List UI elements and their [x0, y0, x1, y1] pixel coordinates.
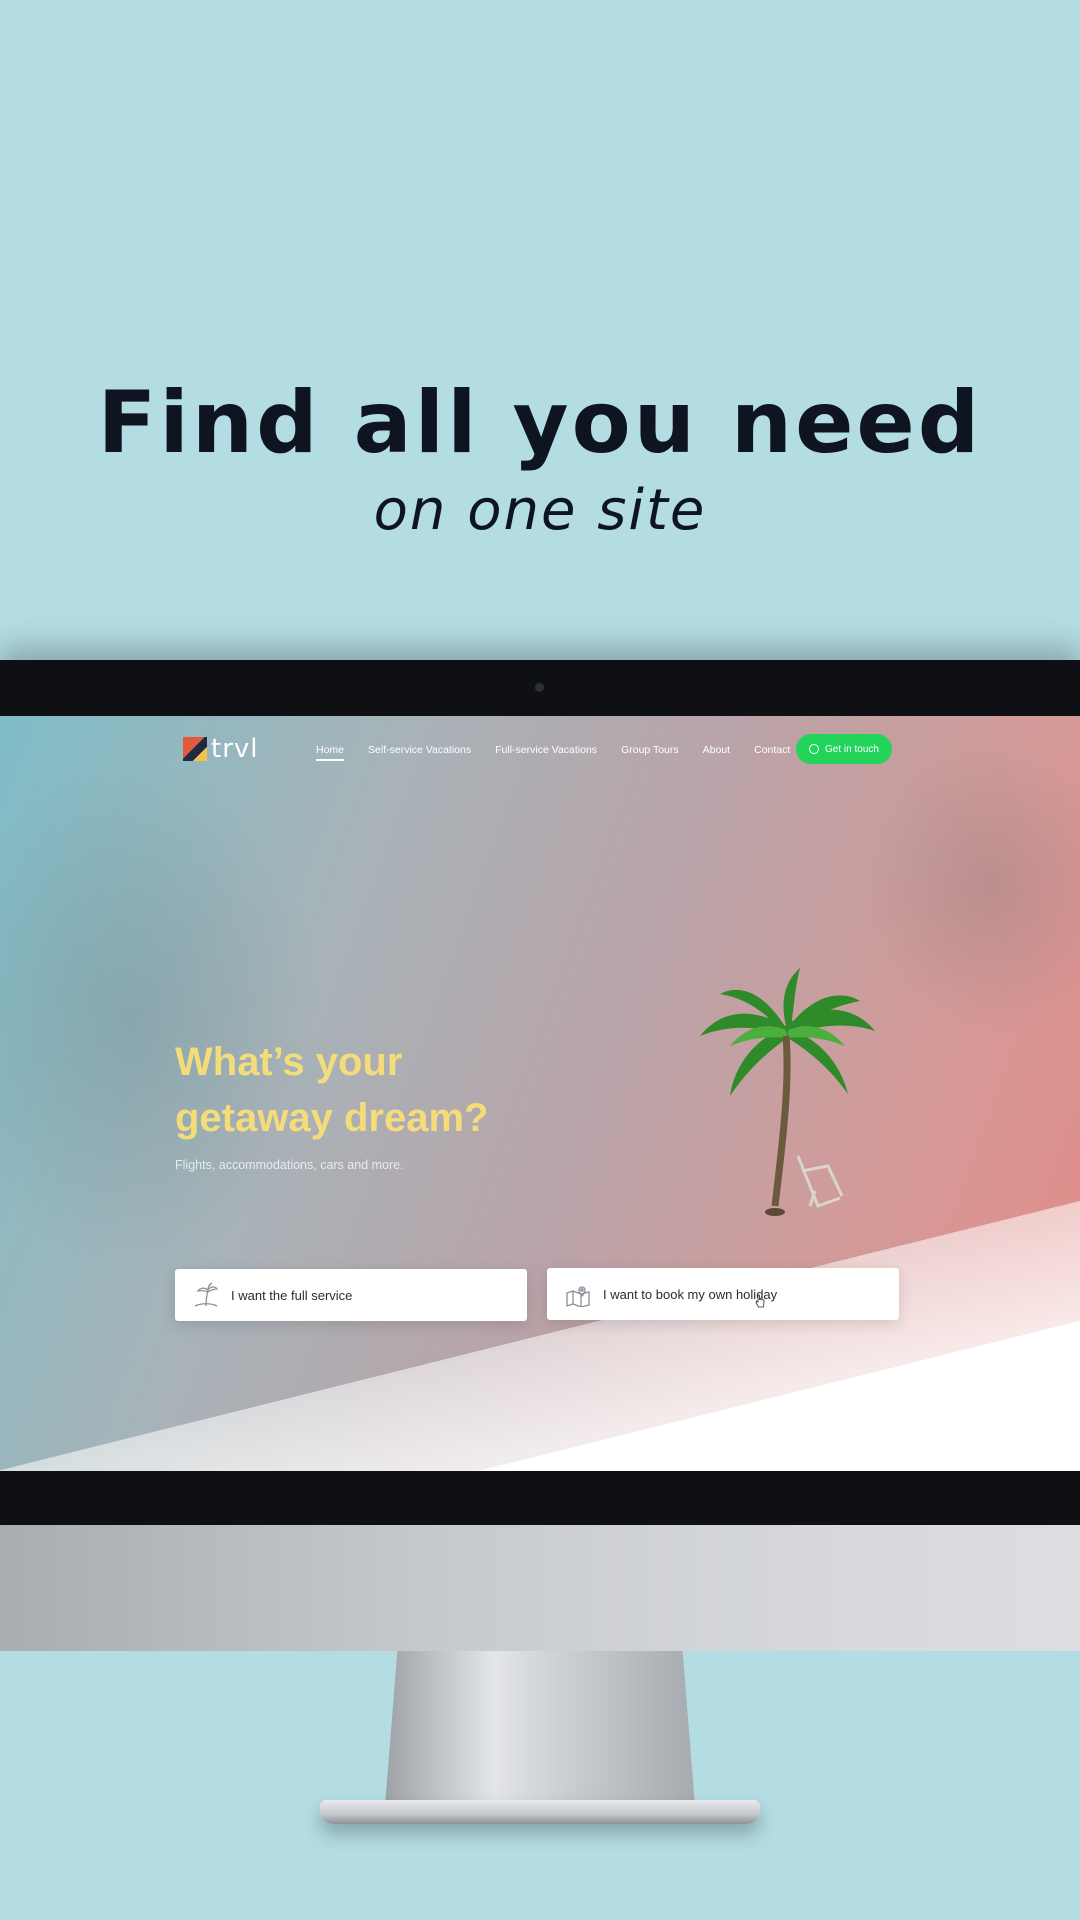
palm-tree-illustration: [690, 966, 890, 1236]
full-service-label: I want the full service: [231, 1287, 353, 1303]
headline-title: Find all you need: [97, 373, 983, 473]
hero-subtitle: Flights, accommodations, cars and more.: [175, 1158, 404, 1172]
nav-links: Home Self-service Vacations Full-service…: [316, 744, 790, 761]
monitor-stand-neck: [385, 1651, 695, 1806]
get-in-touch-label: Get in touch: [825, 743, 879, 755]
full-service-button[interactable]: I want the full service: [175, 1269, 527, 1321]
monitor-stand-base: [320, 1800, 760, 1824]
logo[interactable]: trvl: [183, 734, 259, 764]
logo-text: trvl: [211, 734, 259, 764]
palm-shadow-left: [0, 756, 320, 1276]
hero-title-line2: getaway dream?: [175, 1096, 489, 1140]
nav-link-full-service[interactable]: Full-service Vacations: [495, 744, 597, 756]
monitor-chin: [0, 1525, 1080, 1651]
camera-icon: [535, 683, 544, 692]
book-own-holiday-label: I want to book my own holiday: [603, 1286, 778, 1302]
monitor-bottom-bezel: [0, 1471, 1080, 1525]
monitor-screen: trvl Home Self-service Vacations Full-se…: [0, 716, 1080, 1471]
hero-title-line1: What’s your: [175, 1040, 403, 1084]
nav-link-group-tours[interactable]: Group Tours: [621, 744, 679, 756]
hand-cursor-icon: [755, 1294, 765, 1308]
monitor-top-bezel: [0, 660, 1080, 716]
whatsapp-icon: [809, 744, 820, 754]
headline: Find all you need on one site: [0, 380, 1080, 542]
book-own-holiday-button[interactable]: I want to book my own holiday: [547, 1268, 899, 1320]
nav-link-self-service[interactable]: Self-service Vacations: [368, 744, 471, 756]
nav-link-home[interactable]: Home: [316, 744, 345, 761]
website-nav: trvl Home Self-service Vacations Full-se…: [0, 716, 1080, 786]
map-pin-icon: [566, 1286, 590, 1307]
get-in-touch-button[interactable]: Get in touch: [796, 734, 892, 764]
logo-icon: [183, 737, 207, 761]
nav-link-about[interactable]: About: [703, 744, 730, 756]
nav-link-contact[interactable]: Contact: [754, 744, 790, 756]
hero-title: What’s your getaway dream?: [175, 1034, 595, 1146]
headline-subtitle: on one site: [373, 478, 707, 543]
palm-island-icon: [194, 1282, 219, 1307]
